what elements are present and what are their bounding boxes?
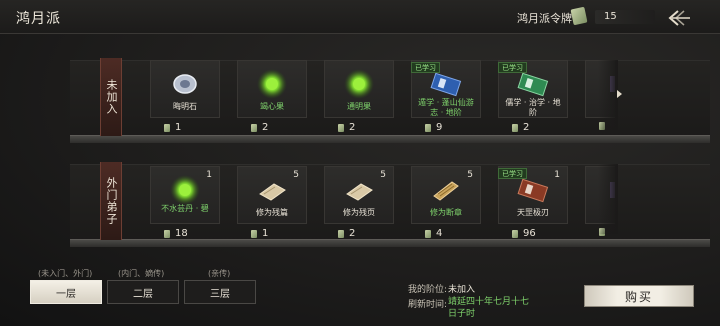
item-price: 2	[338, 228, 355, 239]
row-1-scroll-right-icon[interactable]	[617, 90, 622, 98]
token-icon	[570, 6, 588, 26]
item-price: 96	[512, 228, 536, 239]
row-2-fade	[598, 164, 618, 234]
rank-value: 未加入	[448, 285, 476, 295]
token-icon	[164, 123, 170, 132]
rank-label: 我的阶位:	[408, 285, 448, 295]
learned-badge: 已学习	[411, 62, 440, 73]
learned-badge: 已学习	[498, 62, 527, 73]
item-price-value: 2	[523, 122, 530, 133]
item-price: 2	[251, 122, 268, 133]
shop-item[interactable]: 已学习 1 天罡极刃 96	[498, 166, 568, 244]
green-orb-icon	[256, 68, 288, 100]
item-name: 不水芸丹 · 碧	[161, 204, 209, 213]
green-orb-icon	[169, 174, 201, 206]
token-icon	[164, 229, 170, 238]
green-orb-icon	[343, 68, 375, 100]
shop-item[interactable]: 竭心果 2	[237, 60, 307, 138]
item-price-value: 96	[523, 228, 536, 239]
shop-item[interactable]: 5 修为残篇 1	[237, 166, 307, 244]
item-price-value: 18	[175, 228, 188, 239]
row-2-tag-label: 外门弟子	[105, 177, 118, 225]
shop-item[interactable]: 通明果 2	[324, 60, 394, 138]
shop-item[interactable]: 5 修为断章 4	[411, 166, 481, 244]
item-price: 1	[251, 228, 268, 239]
refresh-value-line-1: 靖延四十年七月十七	[448, 297, 530, 307]
item-price-value: 2	[349, 228, 356, 239]
scroll-icon	[430, 174, 462, 206]
item-price-value: 9	[436, 122, 443, 133]
item-name: 通明果	[347, 102, 371, 111]
back-arrow-icon	[668, 10, 690, 26]
item-price-value: 1	[262, 228, 269, 239]
item-name: 修为残页	[343, 208, 375, 217]
tab-floor-1[interactable]: 一层	[30, 280, 102, 304]
learned-badge: 已学习	[498, 168, 527, 179]
paper-icon	[343, 174, 375, 206]
row-2-tag: 外门弟子	[100, 162, 122, 240]
item-quantity: 5	[467, 170, 473, 180]
item-price-value: 2	[349, 122, 356, 133]
shop-item[interactable]: 5 修为残页 2	[324, 166, 394, 244]
back-button[interactable]	[664, 8, 692, 28]
row-1-tag-label: 未加入	[105, 79, 118, 115]
item-name: 晦明石	[173, 102, 197, 111]
shop-item[interactable]: 已学习儒学 · 治学 · 地阶 2	[498, 60, 568, 138]
refresh-value-line-2: 日子时	[448, 309, 476, 319]
item-name: 修为断章	[430, 208, 462, 217]
tab-1-caption: (未入门、外门)	[38, 269, 93, 278]
tab-floor-3[interactable]: 三层	[184, 280, 256, 304]
token-label: 鸿月派令牌	[517, 12, 572, 25]
tab-floor-2[interactable]: 二层	[107, 280, 179, 304]
row-1-tag: 未加入	[100, 58, 122, 136]
page-title: 鸿月派	[16, 11, 61, 27]
item-name: 修为残篇	[256, 208, 288, 217]
item-price: 2	[338, 122, 355, 133]
item-quantity: 1	[206, 170, 212, 180]
top-bar: 鸿月派 鸿月派令牌 15	[0, 0, 720, 34]
item-price-value: 1	[175, 122, 182, 133]
token-icon	[338, 123, 344, 132]
token-count: 15	[604, 11, 617, 22]
item-price: 4	[425, 228, 442, 239]
item-name: 天罡极刃	[517, 208, 549, 217]
shop-item[interactable]: 1 不水芸丹 · 碧 18	[150, 166, 220, 244]
shop-item[interactable]: 晦明石 1	[150, 60, 220, 138]
item-name: 竭心果	[260, 102, 284, 111]
stone-icon	[169, 68, 201, 100]
item-name: 儒学 · 治学 · 地阶	[505, 98, 561, 117]
paper-icon	[256, 174, 288, 206]
row-1-fade	[598, 60, 618, 130]
item-price-value: 2	[262, 122, 269, 133]
token-icon	[338, 229, 344, 238]
token-icon	[251, 229, 257, 238]
tab-3-caption: (亲传)	[208, 269, 231, 278]
item-price: 9	[425, 122, 442, 133]
item-price: 18	[164, 228, 188, 239]
item-quantity: 5	[293, 170, 299, 180]
shop-item[interactable]: 已学习遁学 · 蓬山仙游志 · 地阶 9	[411, 60, 481, 138]
token-icon	[512, 229, 518, 238]
item-price-value: 4	[436, 228, 443, 239]
token-icon	[251, 123, 257, 132]
tab-2-caption: (内门、嫡传)	[118, 269, 165, 278]
item-price: 2	[512, 122, 529, 133]
item-quantity: 1	[554, 170, 560, 180]
token-icon	[512, 123, 518, 132]
token-icon	[425, 123, 431, 132]
buy-button[interactable]: 购买	[584, 285, 694, 307]
item-name: 遁学 · 蓬山仙游志 · 地阶	[418, 98, 474, 117]
item-price: 1	[164, 122, 181, 133]
item-quantity: 5	[380, 170, 386, 180]
refresh-label: 刷新时间:	[408, 300, 448, 310]
token-icon	[425, 229, 431, 238]
